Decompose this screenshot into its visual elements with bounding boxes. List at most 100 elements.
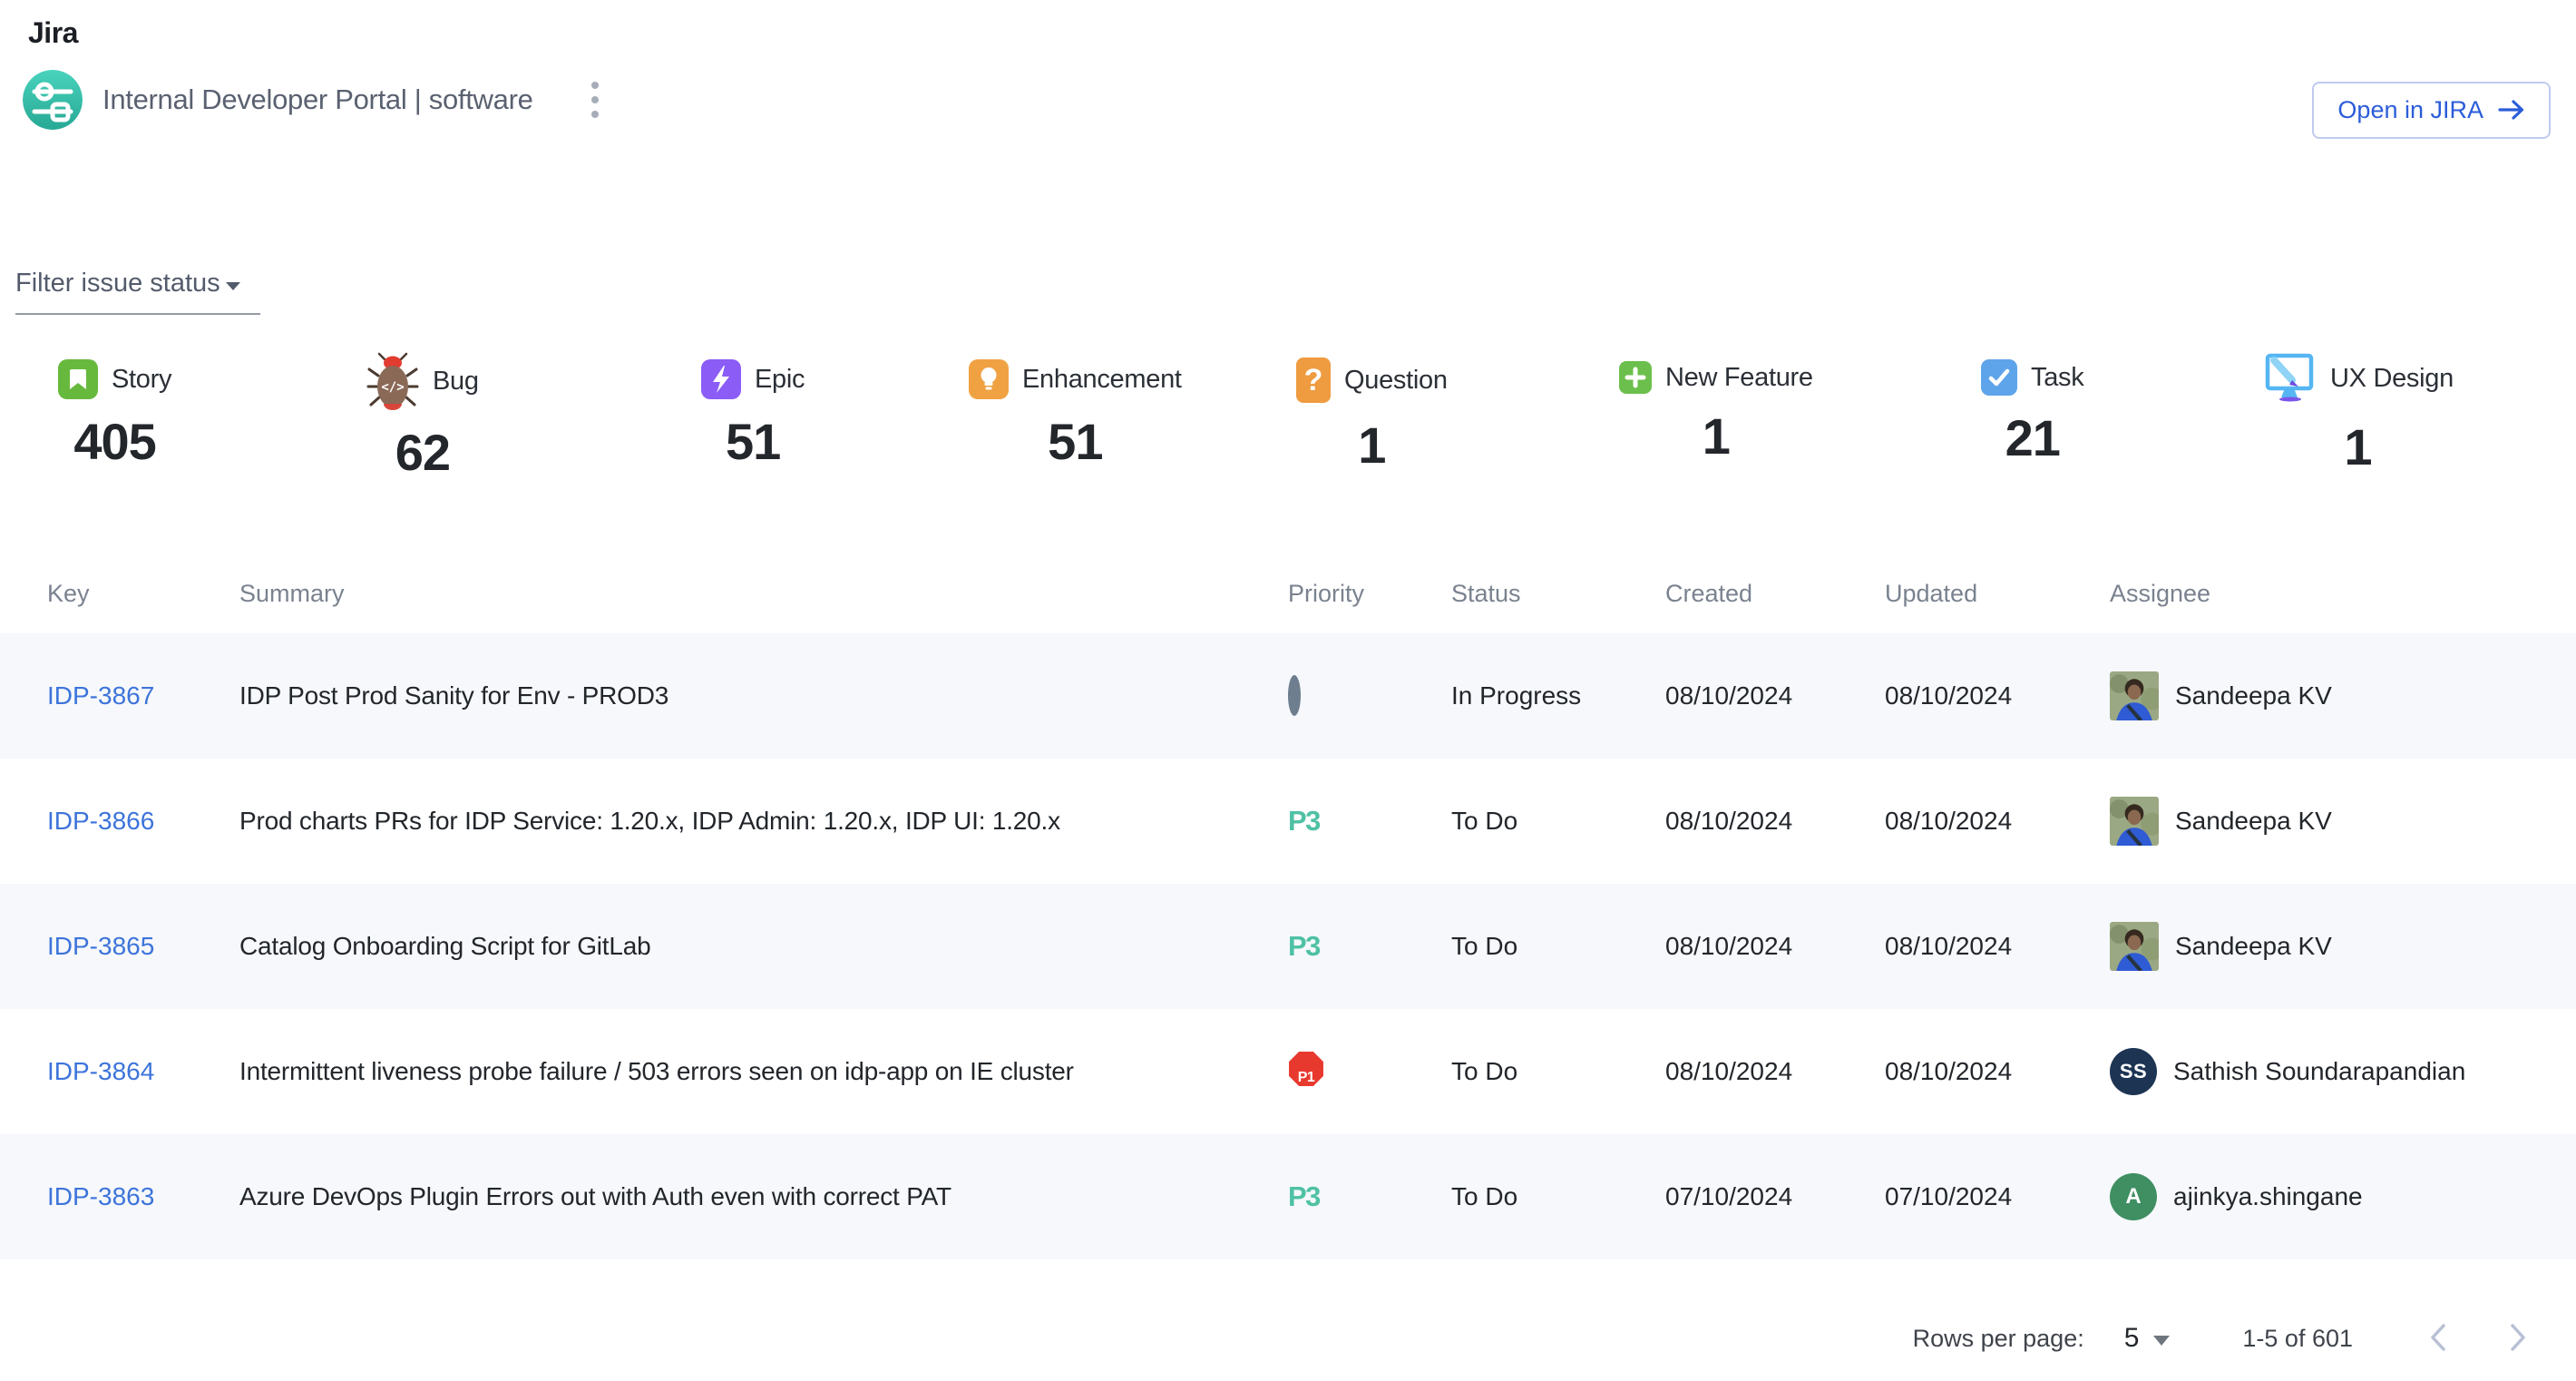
issue-updated-date: 08/10/2024: [1885, 681, 2110, 710]
counter-label: Epic: [755, 365, 805, 395]
table-row[interactable]: IDP-3864 Intermittent liveness probe fai…: [0, 1009, 2576, 1134]
issue-created-date: 08/10/2024: [1665, 807, 1885, 836]
column-header-priority: Priority: [1288, 580, 1451, 608]
next-page-button[interactable]: [2503, 1317, 2532, 1360]
issue-summary: IDP Post Prod Sanity for Env - PROD3: [239, 681, 1288, 710]
column-header-assignee: Assignee: [2110, 580, 2551, 608]
assignee-name: Sandeepa KV: [2175, 681, 2332, 710]
assignee-initials-avatar: A: [2110, 1173, 2157, 1220]
previous-page-button[interactable]: [2424, 1317, 2453, 1360]
counter-label: Enhancement: [1022, 365, 1182, 395]
counter-count: 1: [2262, 417, 2454, 476]
arrow-right-icon: [2498, 98, 2525, 122]
counter-epic: Epic 51: [701, 359, 805, 471]
issues-table: Key Summary Priority Status Created Upda…: [0, 553, 2576, 1259]
issue-updated-date: 08/10/2024: [1885, 807, 2110, 836]
issue-status: In Progress: [1451, 681, 1665, 710]
page-title: Jira: [28, 16, 78, 50]
table-row[interactable]: IDP-3865 Catalog Onboarding Script for G…: [0, 884, 2576, 1009]
priority-p1-octagon-icon: P1: [1288, 1064, 1324, 1092]
assignee-name: Sandeepa KV: [2175, 932, 2332, 961]
column-header-created: Created: [1665, 580, 1885, 608]
chevron-right-icon: [2509, 1323, 2527, 1352]
pagination-range: 1-5 of 601: [2242, 1325, 2353, 1353]
priority-ring-icon: [1288, 675, 1301, 716]
rows-per-page-value: 5: [2124, 1323, 2140, 1354]
issue-created-date: 08/10/2024: [1665, 932, 1885, 961]
assignee-photo-avatar: [2110, 671, 2159, 720]
task-checkbox-icon: [1981, 359, 2017, 396]
story-bookmark-icon: [58, 359, 98, 399]
counter-label: Task: [2031, 363, 2083, 393]
issue-summary: Intermittent liveness probe failure / 50…: [239, 1057, 1288, 1086]
new-feature-plus-icon: [1619, 361, 1652, 394]
rows-per-page-select[interactable]: 5: [2124, 1323, 2171, 1354]
counter-enhancement: Enhancement 51: [969, 359, 1182, 471]
issue-created-date: 07/10/2024: [1665, 1182, 1885, 1211]
counter-story: Story 405: [58, 359, 171, 471]
chevron-down-icon: [226, 282, 240, 290]
chevron-left-icon: [2429, 1323, 2447, 1352]
assignee-photo-avatar: [2110, 922, 2159, 971]
priority-p1-label: P1: [1288, 1064, 1324, 1092]
counter-count: 21: [1981, 408, 2083, 467]
chevron-down-icon: [2153, 1336, 2170, 1346]
svg-text:</>: </>: [381, 380, 404, 395]
issue-updated-date: 08/10/2024: [1885, 1057, 2110, 1086]
issue-status: To Do: [1451, 1057, 1665, 1086]
entity-name[interactable]: Internal Developer Portal | software: [102, 83, 533, 116]
counter-count: 51: [969, 412, 1182, 471]
open-in-jira-button[interactable]: Open in JIRA: [2312, 82, 2551, 139]
counter-count: 1: [1619, 406, 1813, 465]
counter-label: Question: [1344, 366, 1448, 396]
filter-issue-status-select[interactable]: Filter issue status: [15, 269, 260, 315]
pagination-bar: Rows per page: 5 1-5 of 601: [0, 1305, 2576, 1372]
assignee-name: Sandeepa KV: [2175, 807, 2332, 836]
table-row[interactable]: IDP-3866 Prod charts PRs for IDP Service…: [0, 759, 2576, 884]
counter-count: 62: [366, 423, 479, 482]
issue-key-link[interactable]: IDP-3867: [47, 681, 154, 710]
column-header-updated: Updated: [1885, 580, 2110, 608]
ux-design-monitor-icon: [2262, 352, 2317, 405]
counter-count: 1: [1296, 416, 1448, 475]
priority-p3-badge: P3: [1288, 1180, 1320, 1212]
kebab-menu-icon[interactable]: [586, 76, 604, 123]
counter-count: 405: [58, 412, 171, 471]
issue-type-counters: Story 405 </> Bug 62: [0, 352, 2576, 506]
assignee-photo-avatar: [2110, 797, 2159, 846]
assignee-name: ajinkya.shingane: [2173, 1182, 2363, 1211]
issue-key-link[interactable]: IDP-3863: [47, 1182, 154, 1210]
priority-p3-badge: P3: [1288, 805, 1320, 837]
counter-label: UX Design: [2330, 364, 2454, 394]
table-row[interactable]: IDP-3867 IDP Post Prod Sanity for Env - …: [0, 633, 2576, 759]
column-header-status: Status: [1451, 580, 1665, 608]
counter-bug: </> Bug 62: [366, 352, 479, 482]
counter-task: Task 21: [1981, 359, 2083, 467]
issue-key-link[interactable]: IDP-3864: [47, 1057, 154, 1085]
table-row[interactable]: IDP-3863 Azure DevOps Plugin Errors out …: [0, 1134, 2576, 1259]
open-in-jira-label: Open in JIRA: [2337, 96, 2483, 124]
counter-new-feature: New Feature 1: [1619, 361, 1813, 465]
filter-issue-status-label: Filter issue status: [15, 269, 220, 299]
column-header-summary: Summary: [239, 580, 1288, 608]
assignee-initials-avatar: SS: [2110, 1048, 2157, 1095]
priority-p3-badge: P3: [1288, 930, 1320, 962]
counter-ux-design: UX Design 1: [2262, 352, 2454, 476]
enhancement-bulb-icon: [969, 359, 1009, 399]
rows-per-page-label: Rows per page:: [1913, 1325, 2084, 1353]
entity-header: Internal Developer Portal | software Ope…: [23, 70, 2551, 130]
issue-updated-date: 07/10/2024: [1885, 1182, 2110, 1211]
issue-status: To Do: [1451, 932, 1665, 961]
issue-key-link[interactable]: IDP-3866: [47, 807, 154, 835]
issue-status: To Do: [1451, 1182, 1665, 1211]
column-header-key: Key: [47, 580, 239, 608]
issue-summary: Azure DevOps Plugin Errors out with Auth…: [239, 1182, 1288, 1211]
counter-label: New Feature: [1665, 363, 1813, 393]
jira-plugin-card: Jira Internal Developer Portal | softwar…: [0, 0, 2576, 1381]
issue-created-date: 08/10/2024: [1665, 681, 1885, 710]
epic-lightning-icon: [701, 359, 741, 399]
issue-summary: Prod charts PRs for IDP Service: 1.20.x,…: [239, 807, 1288, 836]
counter-label: Story: [112, 365, 171, 395]
bug-beetle-icon: </>: [366, 352, 419, 410]
issue-key-link[interactable]: IDP-3865: [47, 932, 154, 960]
